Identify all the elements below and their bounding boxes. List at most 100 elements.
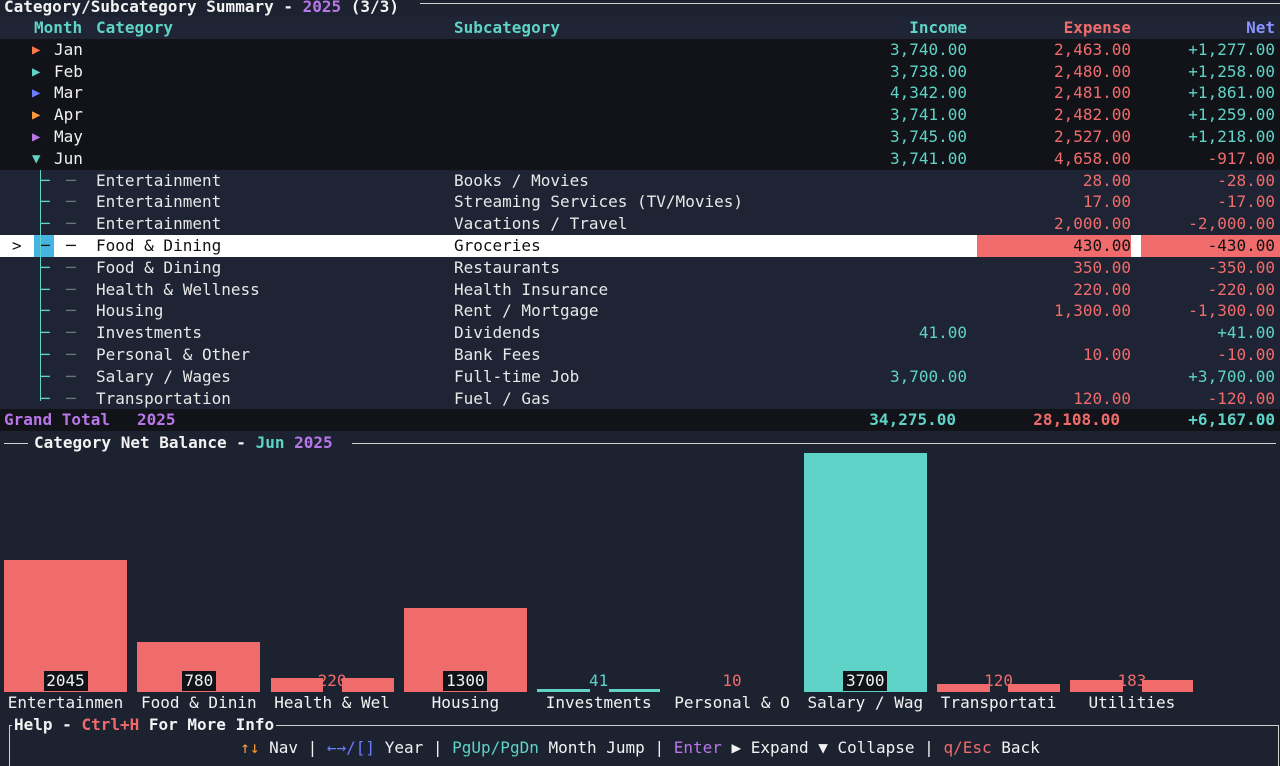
month-name: Feb	[54, 61, 83, 81]
row-category: Entertainment	[96, 214, 222, 234]
row-subcategory: Rent / Mortgage	[454, 301, 599, 321]
month-income: 3,745.00	[889, 127, 967, 146]
subcategory-row[interactable]: ─ ─ Transportation Fuel / Gas 120.00 -120.00	[0, 387, 1280, 410]
month-expense: 2,481.00	[1053, 83, 1131, 103]
month-expense: 2,480.00	[1053, 61, 1131, 81]
month-net: +1,218.00	[1188, 127, 1275, 146]
x-axis-label: Transportati	[940, 693, 1057, 712]
help-title-suffix: For More Info	[139, 715, 275, 734]
row-expense: 28.00	[1082, 170, 1131, 190]
tree-branch-tail: ─	[66, 345, 76, 364]
help-keybindings: ↑↓ Nav | ←→/[] Year | PgUp/PgDn Month Ju…	[0, 737, 1280, 759]
subcategory-row[interactable]: ─ ─ Housing Rent / Mortgage 1,300.00 -1,300.0…	[0, 300, 1280, 323]
grand-total-net: +6,167.00	[1188, 410, 1275, 430]
month-expense: 2,463.00	[1053, 39, 1131, 59]
row-expense: 430.00	[1073, 236, 1131, 255]
row-net: +41.00	[1217, 323, 1275, 343]
subcategory-row[interactable]: ─ ─ Personal & Other Bank Fees 10.00 -10.00	[0, 344, 1280, 366]
help-key: Enter	[673, 738, 722, 757]
tree-branch-tail: ─	[66, 257, 76, 277]
header-month[interactable]: Month	[34, 17, 82, 39]
title-year: 2025	[302, 0, 342, 16]
subcategory-row[interactable]: ─ ─ Salary / Wages Full-time Job 3,700.00 +3,…	[0, 365, 1280, 388]
month-expense: 2,482.00	[1053, 105, 1131, 125]
tree-branch: ─	[40, 170, 50, 190]
row-category: Health & Wellness	[96, 279, 260, 299]
row-subcategory: Bank Fees	[454, 345, 541, 364]
month-row-may[interactable]: ▶ May 3,745.00 2,527.00 +1,218.00	[0, 126, 1280, 148]
month-row-jan[interactable]: ▶ Jan 3,740.00 2,463.00 +1,277.00	[0, 38, 1280, 61]
month-row-mar[interactable]: ▶ Mar 4,342.00 2,481.00 +1,861.00	[0, 82, 1280, 105]
window-title-bar: Category/Subcategory Summary - 2025 (3/3…	[0, 0, 1280, 18]
row-expense: 220.00	[1073, 279, 1131, 299]
row-income: 3,700.00	[889, 366, 967, 386]
month-net: +1,259.00	[1188, 105, 1275, 125]
grand-total-row: Grand Total 2025 34,275.00 28,108.00 +6,167.…	[0, 409, 1280, 432]
tree-branch: ─	[40, 323, 50, 343]
row-net: -350.00	[1207, 257, 1275, 277]
row-category: Entertainment	[96, 192, 222, 212]
help-action: Year	[375, 738, 424, 757]
expand-arrow-icon[interactable]: ▼	[32, 148, 40, 170]
x-axis-label: Health & Wel	[274, 693, 390, 712]
subcategory-row[interactable]: > ─ ─ Food & Dining Groceries 430.00 -430.00	[0, 235, 1280, 257]
subcategory-row[interactable]: ─ ─ Health & Wellness Health Insurance 220.0…	[0, 278, 1280, 301]
expand-arrow-icon[interactable]: ▶	[32, 61, 40, 83]
subcategory-row[interactable]: ─ ─ Entertainment Vacations / Travel 2,000.0…	[0, 213, 1280, 236]
help-key: PgUp/PgDn	[452, 738, 539, 757]
tree-vertical-line	[40, 169, 41, 402]
help-key: ↑↓	[240, 738, 260, 757]
tree-branch: ─	[40, 388, 50, 408]
month-expense: 2,527.00	[1053, 127, 1131, 146]
chart-title-divider-left	[4, 443, 28, 444]
header-subcategory[interactable]: Subcategory	[454, 17, 560, 39]
month-row-jun[interactable]: ▼ Jun 3,741.00 4,658.00 -917.00	[0, 147, 1280, 170]
row-category: Investments	[96, 323, 202, 343]
tree-branch-tail: ─	[66, 388, 76, 408]
expand-arrow-icon[interactable]: ▶	[32, 126, 40, 148]
month-name: Mar	[54, 83, 83, 103]
row-category: Food & Dining	[96, 257, 222, 277]
x-axis-label: Investments	[545, 693, 652, 712]
subcategory-row[interactable]: ─ ─ Food & Dining Restaurants 350.00 -350.00	[0, 256, 1280, 279]
tree-branch-tail: ─	[66, 214, 76, 234]
month-net: +1,277.00	[1188, 39, 1275, 59]
row-expense: 2,000.00	[1053, 214, 1131, 234]
header-net[interactable]: Net	[1246, 17, 1275, 39]
x-axis-label: Utilities	[1088, 693, 1176, 712]
help-key: q/Esc	[943, 738, 992, 757]
row-subcategory: Streaming Services (TV/Movies)	[454, 192, 743, 212]
month-name: Jan	[54, 39, 83, 59]
subcategory-row[interactable]: ─ ─ Entertainment Books / Movies 28.00 -28.00	[0, 169, 1280, 192]
row-subcategory: Restaurants	[454, 257, 560, 277]
bar-value-label: 41	[589, 671, 609, 690]
month-income: 4,342.00	[889, 83, 967, 103]
tree-branch-tail: ─	[66, 192, 76, 212]
grand-total-income: 34,275.00	[869, 410, 956, 430]
header-income[interactable]: Income	[909, 17, 967, 39]
row-net: -2,000.00	[1188, 214, 1275, 234]
tree-branch-tail: ─	[66, 323, 76, 343]
expand-arrow-icon[interactable]: ▶	[32, 82, 40, 104]
row-category: Entertainment	[96, 170, 222, 190]
expand-arrow-icon[interactable]: ▶	[32, 104, 40, 126]
help-action: Nav	[259, 738, 298, 757]
tree-branch: ─	[40, 345, 50, 364]
row-subcategory: Full-time Job	[454, 366, 580, 386]
row-expense: 120.00	[1073, 388, 1131, 408]
header-category[interactable]: Category	[96, 17, 173, 39]
row-category: Food & Dining	[96, 236, 222, 255]
tree-branch-tail: ─	[66, 170, 76, 190]
month-name: May	[54, 127, 83, 146]
subcategory-row[interactable]: ─ ─ Entertainment Streaming Services (TV/Mo…	[0, 191, 1280, 214]
header-expense[interactable]: Expense	[1064, 17, 1131, 39]
month-row-feb[interactable]: ▶ Feb 3,738.00 2,480.00 +1,258.00	[0, 60, 1280, 83]
month-name: Apr	[54, 105, 83, 125]
tree-branch-tail: ─	[66, 366, 76, 386]
bar-value-label: 1300	[443, 671, 488, 691]
subcategory-row[interactable]: ─ ─ Investments Dividends 41.00 +41.00	[0, 322, 1280, 345]
row-net: +3,700.00	[1188, 366, 1275, 386]
month-row-apr[interactable]: ▶ Apr 3,741.00 2,482.00 +1,259.00	[0, 104, 1280, 127]
expand-arrow-icon[interactable]: ▶	[32, 39, 40, 61]
help-separator: |	[423, 738, 453, 757]
